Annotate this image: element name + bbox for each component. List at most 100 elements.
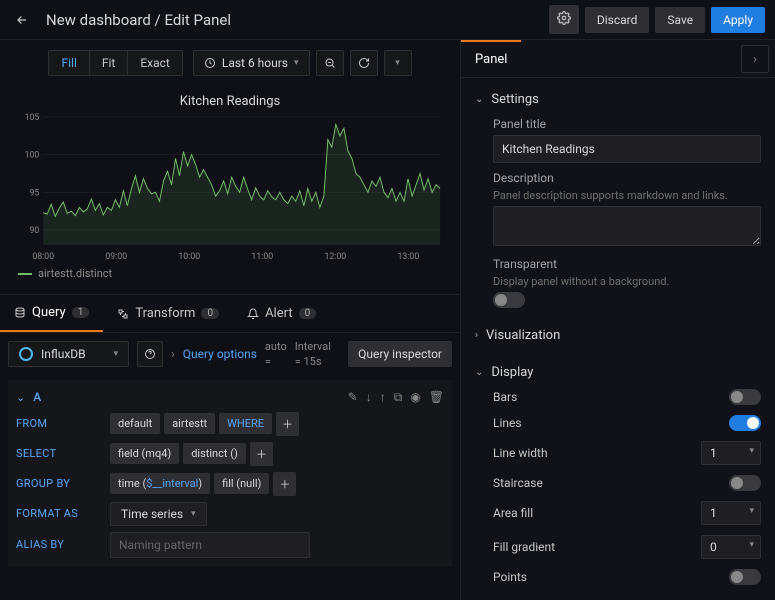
section-display-header[interactable]: ⌄ Display [475, 361, 761, 384]
from-measurement[interactable]: airtestt [164, 413, 215, 434]
transparent-hint: Display panel without a background. [493, 275, 761, 288]
help-icon [144, 348, 156, 360]
svg-text:12:00: 12:00 [324, 252, 346, 262]
query-inspector-button[interactable]: Query inspector [348, 341, 452, 367]
section-settings-header[interactable]: ⌄ Settings [475, 88, 761, 111]
query-options-toggle[interactable]: Query options [183, 346, 257, 363]
points-toggle[interactable] [729, 569, 761, 585]
caret-down-icon: ⌄ [475, 367, 483, 378]
tab-alert[interactable]: Alert 0 [233, 296, 330, 331]
timerange-picker[interactable]: Last 6 hours ▾ [193, 50, 310, 76]
chevron-down-icon: ▾ [114, 349, 119, 359]
apply-button[interactable]: Apply [711, 7, 765, 33]
from-retention-policy[interactable]: default [110, 413, 160, 434]
panel-title-input[interactable] [493, 135, 761, 163]
interval-label: Interval [295, 339, 331, 354]
query-delete-icon[interactable]: 🗑 [429, 390, 444, 405]
areafill-select[interactable]: 1 [701, 501, 761, 525]
chart-title: Kitchen Readings [16, 92, 444, 113]
description-textarea[interactable] [493, 206, 761, 246]
refresh-interval-button[interactable]: ▾ [384, 50, 412, 76]
chevron-right-icon: › [753, 52, 757, 66]
bell-icon [247, 308, 259, 320]
save-button[interactable]: Save [655, 7, 705, 33]
svg-text:09:00: 09:00 [105, 252, 127, 262]
tab-query[interactable]: Query 1 [0, 295, 103, 332]
select-add-button[interactable]: ＋ [250, 442, 273, 466]
select-aggregate[interactable]: distinct () [183, 443, 246, 464]
aliasby-label: ALIAS BY [16, 538, 106, 551]
formatas-select[interactable]: Time series▾ [110, 502, 207, 526]
lines-label: Lines [493, 416, 729, 430]
section-visualization-header[interactable]: › Visualization [475, 324, 761, 347]
interval-value: = 15s [295, 354, 331, 369]
tab-transform[interactable]: Transform 0 [103, 296, 233, 331]
bars-label: Bars [493, 390, 729, 404]
linewidth-select[interactable]: 1 [701, 441, 761, 465]
query-moveup-icon[interactable]: ↑ [380, 390, 386, 405]
from-label: FROM [16, 417, 106, 430]
areafill-label: Area fill [493, 506, 701, 520]
panel-expand-button[interactable]: › [741, 45, 769, 73]
description-hint: Panel description supports markdown and … [493, 189, 761, 202]
transform-icon [117, 308, 129, 320]
caret-down-icon: ⌄ [475, 94, 483, 105]
svg-text:100: 100 [25, 151, 40, 161]
datasource-help-button[interactable] [137, 341, 163, 367]
query-a-collapse[interactable]: ⌄ [16, 391, 25, 404]
select-field[interactable]: field (mq4) [110, 443, 179, 464]
transparent-toggle[interactable] [493, 292, 525, 308]
query-movedown-icon[interactable]: ↓ [366, 390, 372, 405]
chevron-down-icon: ▾ [294, 58, 299, 68]
view-fill-button[interactable]: Fill [49, 51, 89, 75]
where-label[interactable]: WHERE [219, 413, 272, 434]
database-icon [14, 307, 26, 319]
view-fit-button[interactable]: Fit [90, 51, 128, 75]
aliasby-input[interactable]: Naming pattern [110, 532, 310, 558]
bars-toggle[interactable] [729, 389, 761, 405]
settings-gear-button[interactable] [549, 5, 579, 34]
query-edit-icon[interactable]: ✎ [348, 390, 358, 405]
groupby-add-button[interactable]: ＋ [273, 472, 296, 496]
staircase-toggle[interactable] [729, 475, 761, 491]
panel-tab[interactable]: Panel [461, 40, 521, 77]
points-label: Points [493, 570, 729, 584]
fillgradient-select[interactable]: 0 [701, 535, 761, 559]
where-add-button[interactable]: ＋ [276, 412, 299, 436]
refresh-icon [358, 57, 370, 69]
chart-legend[interactable]: airtestt.distinct [16, 263, 444, 286]
refresh-button[interactable] [350, 50, 378, 76]
alert-count-badge: 0 [299, 308, 317, 319]
transparent-label: Transparent [493, 257, 761, 271]
chart-area[interactable]: 909510010508:0009:0010:0011:0012:0013:00 [16, 113, 444, 263]
zoom-out-button[interactable] [316, 50, 344, 76]
lines-toggle[interactable] [729, 415, 761, 431]
query-toggle-icon[interactable]: ◉ [410, 390, 420, 405]
view-exact-button[interactable]: Exact [128, 51, 182, 75]
linewidth-label: Line width [493, 446, 701, 460]
fillgradient-label: Fill gradient [493, 540, 701, 554]
svg-text:13:00: 13:00 [397, 252, 419, 262]
query-a-name[interactable]: A [33, 390, 41, 404]
staircase-label: Staircase [493, 476, 729, 490]
select-label: SELECT [16, 447, 106, 460]
datasource-select[interactable]: InfluxDB ▾ [8, 341, 129, 367]
groupby-time[interactable]: time ($__interval) [110, 473, 210, 494]
legend-series-label: airtestt.distinct [38, 267, 112, 280]
query-count-badge: 1 [72, 307, 90, 318]
zoom-out-icon [324, 57, 336, 69]
svg-text:95: 95 [30, 188, 40, 198]
discard-button[interactable]: Discard [585, 7, 650, 33]
chevron-right-icon[interactable]: › [171, 347, 175, 361]
back-button[interactable] [10, 8, 34, 32]
clock-icon [204, 57, 216, 69]
svg-text:08:00: 08:00 [32, 252, 54, 262]
groupby-label: GROUP BY [16, 477, 106, 490]
chevron-down-icon: ▾ [395, 58, 400, 68]
page-title: New dashboard / Edit Panel [46, 11, 231, 29]
groupby-fill[interactable]: fill (null) [214, 473, 269, 494]
interval-md-label: = [265, 354, 287, 369]
svg-text:10:00: 10:00 [178, 252, 200, 262]
query-duplicate-icon[interactable]: ⧉ [394, 390, 403, 405]
description-label: Description [493, 171, 761, 185]
